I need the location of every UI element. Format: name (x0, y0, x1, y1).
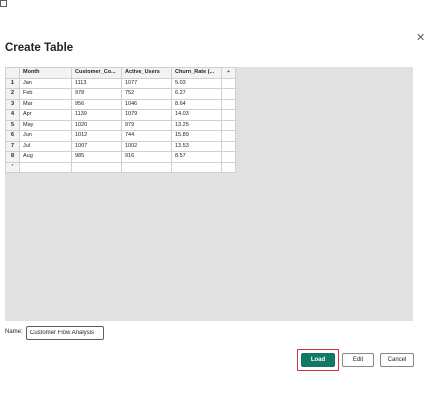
table-cell[interactable]: Feb (19, 88, 72, 100)
new-row-marker: * (5, 161, 20, 173)
maximize-icon[interactable] (0, 0, 7, 7)
table-cell[interactable]: 744 (121, 130, 172, 142)
table-row: 7 Jul 1007 1002 13.53 (5, 140, 236, 152)
table-cell[interactable]: 1139 (71, 109, 122, 121)
table-cell[interactable]: 978 (71, 88, 122, 100)
table-cell[interactable]: 1007 (71, 140, 122, 152)
table-cell[interactable]: Jan (19, 77, 72, 89)
table-cell[interactable] (19, 161, 72, 173)
data-table: Month Customer_Co... Active_Users Churn_… (5, 67, 236, 173)
empty-cell (221, 151, 236, 163)
table-row: 8 Aug 985 916 8.57 (5, 151, 236, 163)
table-cell[interactable]: 8.64 (171, 98, 222, 110)
table-row: 1 Jan 1113 1077 5.03 (5, 77, 236, 89)
table-cell[interactable]: 985 (71, 151, 122, 163)
table-cell[interactable]: 1012 (71, 130, 122, 142)
table-cell[interactable]: 1020 (71, 119, 122, 131)
table-cell[interactable]: 5.03 (171, 77, 222, 89)
row-number: 3 (5, 98, 20, 110)
add-column-button[interactable]: + (221, 67, 236, 79)
table-cell[interactable]: 916 (121, 151, 172, 163)
table-row: 3 Mar 956 1046 8.64 (5, 98, 236, 110)
table-cell[interactable]: 1079 (121, 109, 172, 121)
row-number: 5 (5, 119, 20, 131)
empty-cell (221, 130, 236, 142)
table-cell[interactable]: 15.89 (171, 130, 222, 142)
row-number: 8 (5, 151, 20, 163)
column-header[interactable]: Active_Users (121, 67, 172, 79)
table-cell[interactable] (71, 161, 122, 173)
table-cell[interactable]: Apr (19, 109, 72, 121)
load-button[interactable]: Load (301, 353, 335, 367)
table-cell[interactable]: 1046 (121, 98, 172, 110)
cancel-button[interactable]: Cancel (380, 353, 414, 367)
table-cell[interactable]: 13.25 (171, 119, 222, 131)
empty-cell (221, 77, 236, 89)
table-cell[interactable]: 6.27 (171, 88, 222, 100)
table-cell[interactable]: 979 (121, 119, 172, 131)
empty-cell (221, 109, 236, 121)
table-cell[interactable]: Mar (19, 98, 72, 110)
table-row: 6 Jun 1012 744 15.89 (5, 130, 236, 142)
table-row: 5 May 1020 979 13.25 (5, 119, 236, 131)
name-label: Name: (5, 329, 23, 335)
empty-cell (221, 119, 236, 131)
table-cell[interactable]: 1113 (71, 77, 122, 89)
table-cell[interactable]: Jun (19, 130, 72, 142)
new-row[interactable]: * (5, 161, 236, 173)
empty-cell (221, 98, 236, 110)
name-input[interactable] (26, 326, 104, 340)
header-row: Month Customer_Co... Active_Users Churn_… (5, 67, 236, 79)
column-header[interactable]: Customer_Co... (71, 67, 122, 79)
row-number: 4 (5, 109, 20, 121)
row-number: 7 (5, 140, 20, 152)
table-cell[interactable]: 8.57 (171, 151, 222, 163)
empty-cell (221, 140, 236, 152)
table-row: 4 Apr 1139 1079 14.03 (5, 109, 236, 121)
table-cell[interactable]: 13.53 (171, 140, 222, 152)
row-number: 1 (5, 77, 20, 89)
dialog-title: Create Table (5, 42, 74, 54)
empty-cell (221, 88, 236, 100)
empty-cell (221, 161, 236, 173)
row-number: 2 (5, 88, 20, 100)
table-cell[interactable]: May (19, 119, 72, 131)
table-cell[interactable]: Jul (19, 140, 72, 152)
close-icon[interactable]: ✕ (416, 33, 425, 44)
table-cell[interactable] (121, 161, 172, 173)
table-cell[interactable]: 956 (71, 98, 122, 110)
column-header[interactable]: Month (19, 67, 72, 79)
table-row: 2 Feb 978 752 6.27 (5, 88, 236, 100)
table-cell[interactable]: 1002 (121, 140, 172, 152)
table-grid-area: Month Customer_Co... Active_Users Churn_… (5, 67, 413, 321)
edit-button[interactable]: Edit (342, 353, 374, 367)
table-cell[interactable]: Aug (19, 151, 72, 163)
table-cell[interactable]: 14.03 (171, 109, 222, 121)
row-number: 6 (5, 130, 20, 142)
table-cell[interactable]: 752 (121, 88, 172, 100)
table-cell[interactable] (171, 161, 222, 173)
table-cell[interactable]: 1077 (121, 77, 172, 89)
column-header[interactable]: Churn_Rate (... (171, 67, 222, 79)
corner-cell (5, 67, 20, 79)
